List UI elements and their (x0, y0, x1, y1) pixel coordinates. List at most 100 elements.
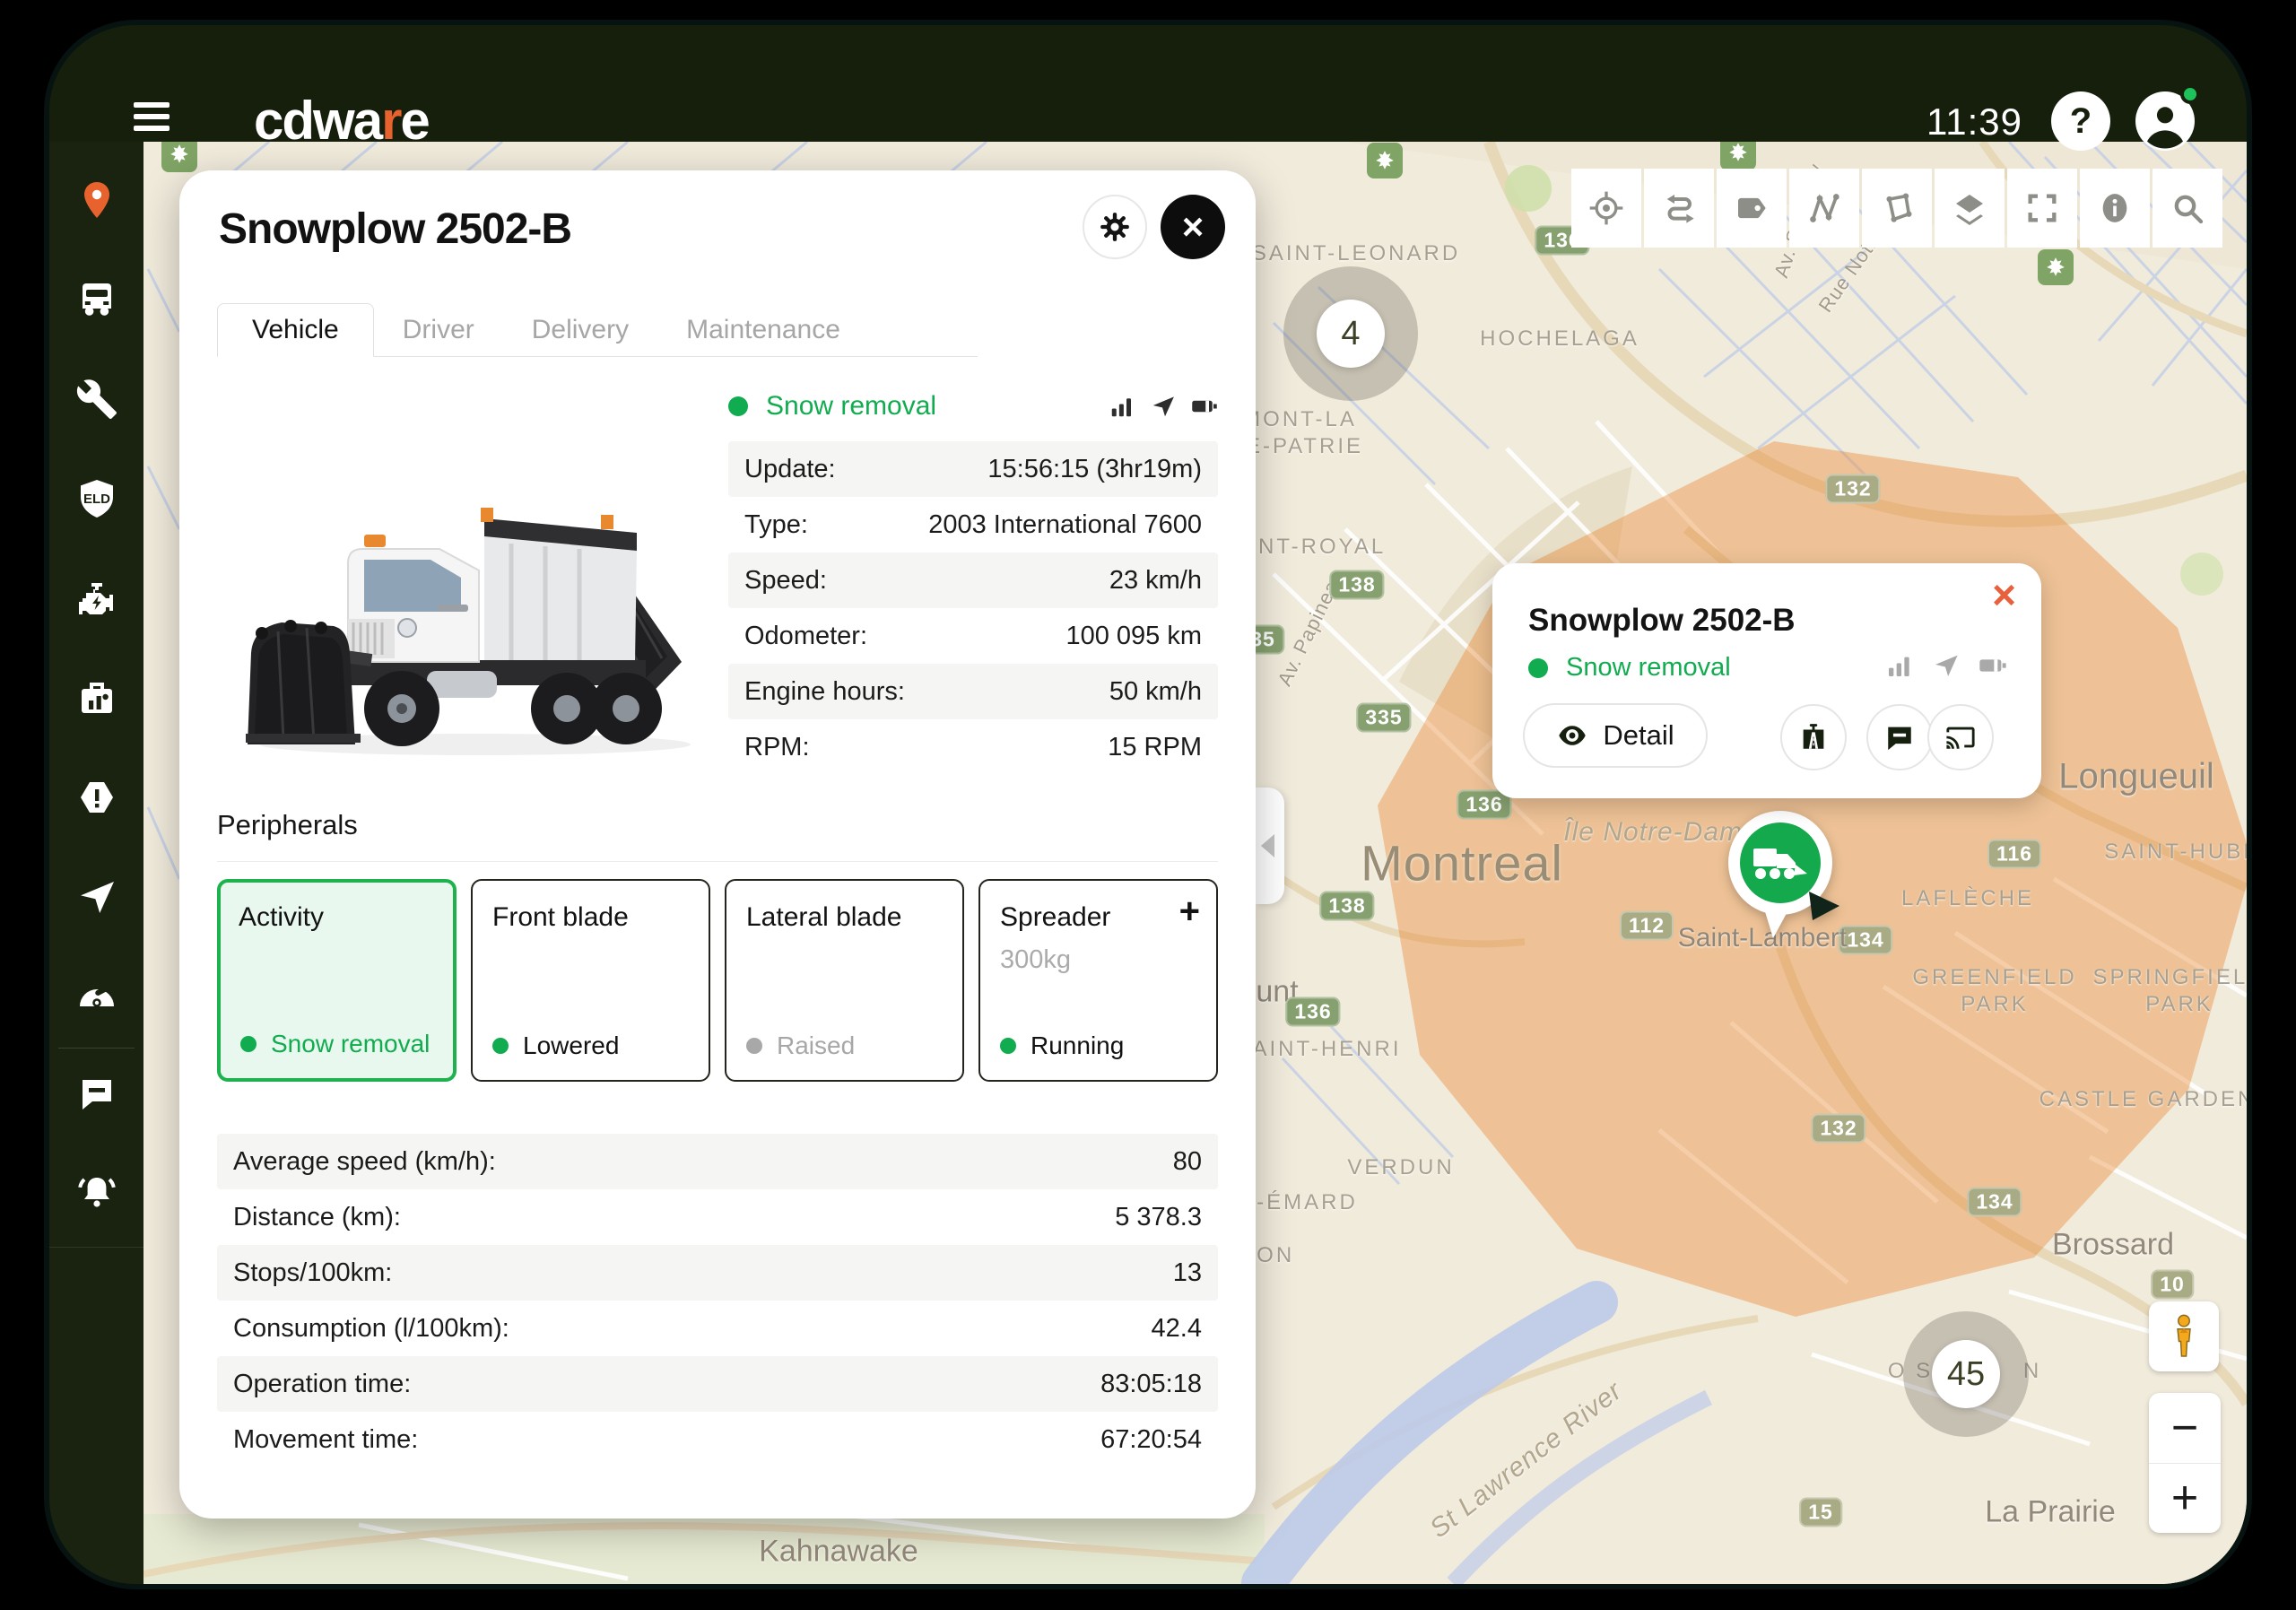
highway-icon (1798, 722, 1829, 753)
vehicle-popup: Snowplow 2502-B × Snow removal Detail (1492, 563, 2041, 798)
spreader-add-button[interactable]: + (1179, 892, 1200, 932)
sidebar-footer (49, 1247, 144, 1584)
cast-icon (1945, 722, 1976, 753)
close-panel-button[interactable]: × (1161, 195, 1225, 259)
route-button[interactable] (1644, 169, 1714, 248)
map-label: LAFLÈCHE (1901, 886, 2034, 911)
map-label-montreal: Montreal (1361, 834, 1563, 892)
sidebar-item-eld[interactable]: ELD (75, 477, 118, 520)
route-shield: 138 (1319, 892, 1374, 921)
table-row: Operation time:83:05:18 (217, 1356, 1218, 1412)
table-row: Engine hours:50 km/h (728, 664, 1218, 719)
info-button[interactable] (2080, 169, 2150, 248)
zoom-in-button[interactable]: + (2149, 1464, 2221, 1534)
layers-button[interactable] (1935, 169, 2005, 248)
sidebar-item-vehicles[interactable] (75, 278, 118, 321)
pegman-icon (2164, 1313, 2204, 1360)
table-row: Average speed (km/h):80 (217, 1134, 1218, 1189)
route-shield: 112 (1620, 911, 1674, 941)
map-label: E-ÉMARD (1239, 1190, 1358, 1215)
app-logo: cdware (254, 90, 429, 152)
vehicle-cluster[interactable]: 4 (1317, 300, 1385, 368)
message-button[interactable] (1866, 704, 1933, 770)
search-button[interactable] (2152, 169, 2222, 248)
sidebar-item-maintenance[interactable] (75, 378, 118, 421)
detail-button[interactable]: Detail (1523, 703, 1708, 768)
chevron-left-icon (1261, 834, 1274, 857)
menu-button[interactable] (134, 102, 170, 133)
tab-driver[interactable]: Driver (374, 304, 503, 356)
route-shield: 134 (1967, 1188, 2022, 1217)
popup-title: Snowplow 2502-B (1528, 603, 1796, 639)
peripheral-card-activity[interactable]: Activity Snow removal (217, 879, 457, 1082)
clock: 11:39 (1926, 100, 2022, 144)
table-row: Consumption (l/100km):42.4 (217, 1301, 1218, 1356)
peripherals-heading: Peripherals (217, 809, 358, 841)
route-shield: 138 (1329, 570, 1384, 600)
park-icon (1367, 143, 1403, 178)
street-view-pegman[interactable] (2149, 1301, 2219, 1371)
vehicle-stats-table: Average speed (km/h):80 Distance (km):5 … (217, 1134, 1218, 1467)
status-dot (1000, 1038, 1016, 1054)
tab-maintenance[interactable]: Maintenance (657, 304, 869, 356)
locate-button[interactable] (1571, 169, 1641, 248)
sidebar-item-dashboard[interactable] (75, 975, 118, 1018)
help-button[interactable]: ? (2051, 91, 2110, 151)
table-row: Stops/100km:13 (217, 1245, 1218, 1301)
sidebar-item-locations[interactable] (75, 178, 118, 222)
vehicle-status-label: Snow removal (766, 391, 1109, 422)
polyline-button[interactable] (1789, 169, 1859, 248)
popup-status-label: Snow removal (1566, 653, 1731, 683)
route-shield: 136 (1285, 997, 1340, 1027)
polygon-button[interactable] (1862, 169, 1932, 248)
route-shield: 116 (1987, 840, 2041, 869)
map-label: SAINT-LEONARD (1252, 241, 1460, 266)
question-icon: ? (2070, 101, 2092, 142)
map-label: PARK (1961, 992, 2029, 1017)
map-label: Brossard (2052, 1228, 2174, 1263)
settings-button[interactable] (1083, 195, 1147, 259)
status-dot (1528, 658, 1548, 678)
sidebar-item-notifications[interactable] (75, 1170, 118, 1213)
detail-button-label: Detail (1603, 719, 1674, 752)
peripheral-card-front-blade[interactable]: Front blade Lowered (471, 879, 710, 1082)
tab-delivery[interactable]: Delivery (503, 304, 657, 356)
status-dot (492, 1038, 509, 1054)
fullscreen-button[interactable] (2007, 169, 2077, 248)
table-row: Speed:23 km/h (728, 553, 1218, 608)
peripheral-card-spreader[interactable]: Spreader + 300kg Running (978, 879, 1218, 1082)
route-history-button[interactable] (1780, 704, 1847, 770)
cast-button[interactable] (1927, 704, 1994, 770)
sidebar-item-dispatch[interactable] (75, 875, 118, 918)
route-shield: 10 (2151, 1270, 2194, 1300)
status-dot (728, 396, 748, 416)
sidebar-item-reports[interactable] (75, 676, 118, 719)
svg-text:ELD: ELD (83, 492, 110, 507)
panel-collapse-handle[interactable] (1256, 788, 1284, 904)
vehicle-photo (215, 393, 714, 766)
divider (217, 861, 1218, 862)
popup-close-button[interactable]: × (1992, 570, 2016, 619)
tab-vehicle[interactable]: Vehicle (217, 303, 374, 357)
route-shield: 132 (1811, 1114, 1866, 1144)
battery-icon (1191, 393, 1218, 420)
peripheral-card-lateral-blade[interactable]: Lateral blade Raised (725, 879, 964, 1082)
zoom-out-button[interactable]: − (2149, 1393, 2221, 1464)
vehicle-marker[interactable] (1709, 789, 1852, 947)
map-toolbar (1571, 169, 2222, 248)
vehicle-cluster[interactable]: 45 (1932, 1340, 2000, 1408)
sidebar-item-messages[interactable] (75, 1073, 118, 1116)
sidebar-item-engine-diagnostics[interactable] (75, 577, 118, 620)
eye-icon (1556, 719, 1588, 752)
map-label: GREENFIELD (1912, 965, 2076, 990)
tag-button[interactable] (1717, 169, 1787, 248)
page-title: Snowplow 2502-B (219, 205, 571, 254)
vehicle-info-table: Update:15:56:15 (3hr19m) Type:2003 Inter… (728, 441, 1218, 775)
divider (58, 1048, 135, 1049)
gps-icon (1150, 393, 1177, 420)
vehicle-detail-panel: Snowplow 2502-B × Vehicle Driver Deliver… (179, 170, 1256, 1519)
signal-icon (1885, 651, 1914, 680)
sidebar-item-alerts[interactable] (75, 776, 118, 819)
map-label: SAINT-HENRI (1235, 1037, 1401, 1062)
panel-tabs: Vehicle Driver Delivery Maintenance (217, 303, 978, 357)
